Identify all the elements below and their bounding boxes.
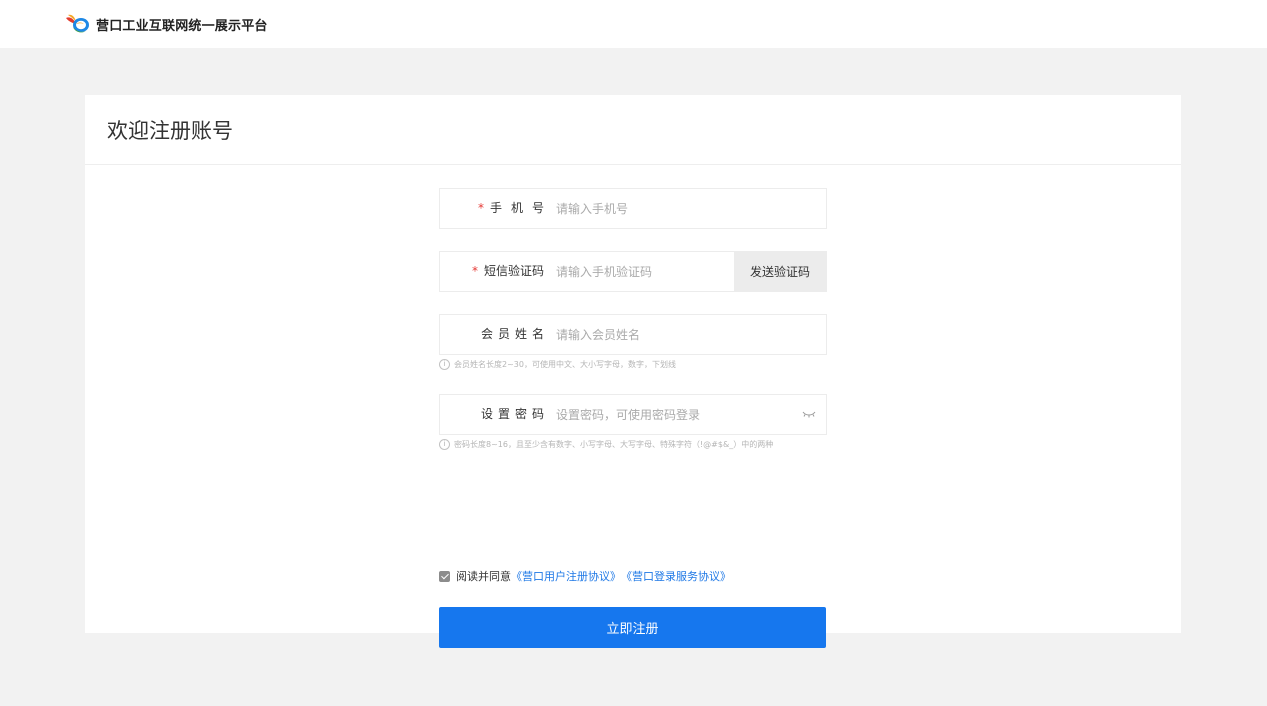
password-hint-text: 密码长度8~16，且至少含有数字、小写字母、大写字母、特殊字符（!@#$&_）中… — [454, 440, 774, 449]
sms-code-label-text: 短信验证码 — [483, 264, 544, 278]
top-navbar: 营口工业互联网统一展示平台 — [0, 0, 1267, 48]
member-name-label-text: 会员姓名 — [480, 327, 549, 341]
phone-input[interactable] — [556, 189, 726, 228]
member-name-hint-text: 会员姓名长度2~30，可使用中文、大小写字母，数字，下划线 — [454, 360, 676, 369]
password-label: 设置密码 — [440, 395, 544, 434]
sms-code-input[interactable] — [556, 252, 726, 291]
member-name-input[interactable] — [556, 315, 726, 354]
password-label-text: 设置密码 — [480, 407, 549, 421]
member-name-hint: i 会员姓名长度2~30，可使用中文、大小写字母，数字，下划线 — [439, 359, 676, 370]
user-agreement-link[interactable]: 《营口用户注册协议》 — [511, 568, 621, 584]
phone-label-text: 手机号 — [489, 201, 553, 215]
info-circle-icon: i — [439, 439, 450, 450]
brand[interactable]: 营口工业互联网统一展示平台 — [64, 12, 268, 36]
register-button[interactable]: 立即注册 — [439, 607, 826, 648]
phone-label: * 手机号 — [440, 189, 544, 228]
sms-code-label: * 短信验证码 — [440, 252, 544, 291]
required-mark: * — [477, 201, 484, 215]
agreement-row: 阅读并同意 《营口用户注册协议》 《营口登录服务协议》 — [439, 568, 731, 584]
send-code-button[interactable]: 发送验证码 — [734, 252, 826, 291]
agreement-prefix: 阅读并同意 — [456, 570, 511, 583]
card-header: 欢迎注册账号 — [85, 95, 1181, 165]
phone-field: * 手机号 — [439, 188, 827, 229]
checkbox-checked-icon[interactable] — [439, 570, 450, 582]
register-card: 欢迎注册账号 * 手机号 * 短信验证码 发送验证码 会员姓名 i 会员姓名长度2~… — [85, 95, 1181, 648]
site-name: 营口工业互联网统一展示平台 — [96, 18, 268, 34]
sms-code-field: * 短信验证码 发送验证码 — [439, 251, 827, 292]
member-name-field: 会员姓名 — [439, 314, 827, 355]
password-field: 设置密码 — [439, 394, 827, 435]
info-circle-icon: i — [439, 359, 450, 370]
service-agreement-link[interactable]: 《营口登录服务协议》 — [621, 568, 731, 584]
password-input[interactable] — [556, 395, 786, 434]
brand-logo-icon — [66, 14, 89, 33]
eye-closed-icon[interactable] — [802, 409, 816, 419]
password-hint: i 密码长度8~16，且至少含有数字、小写字母、大写字母、特殊字符（!@#$&_… — [439, 439, 773, 450]
member-name-label: 会员姓名 — [440, 315, 544, 354]
required-mark: * — [471, 264, 478, 278]
page-title: 欢迎注册账号 — [107, 119, 233, 143]
